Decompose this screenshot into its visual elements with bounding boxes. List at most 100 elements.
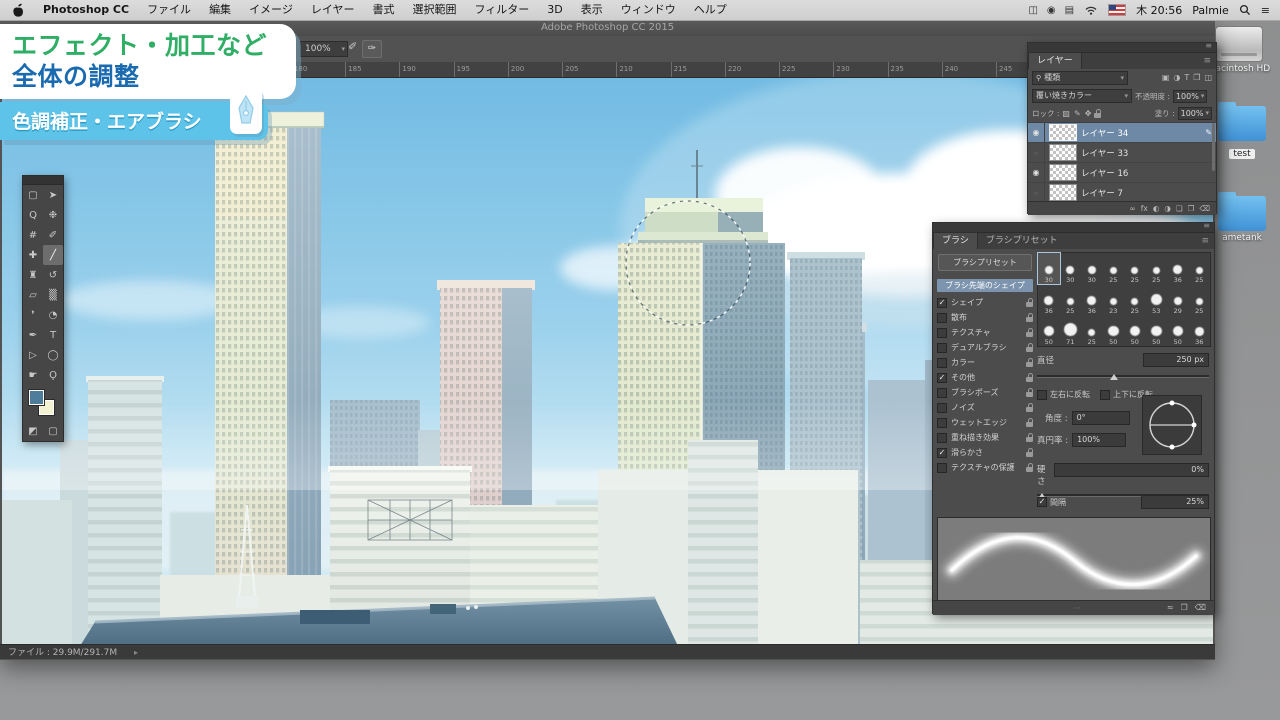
layer-thumbnail[interactable]	[1049, 164, 1077, 181]
brush-preset[interactable]: 23	[1103, 284, 1125, 315]
tools-palette-header[interactable]	[23, 176, 63, 185]
brush-option-row[interactable]: ✓滑らかさ	[937, 445, 1033, 460]
delete-layer-icon[interactable]: ⌫	[1199, 204, 1210, 214]
us-flag-input-icon[interactable]	[1108, 4, 1126, 16]
foreground-color-swatch[interactable]	[28, 389, 45, 406]
layer-filter-dropdown[interactable]: ⚲ 種類 ▾	[1032, 71, 1128, 85]
layer-thumbnail[interactable]	[1049, 124, 1077, 141]
layer-row[interactable]: ◉レイヤー 16	[1028, 163, 1216, 183]
brush-preset[interactable]: 25	[1124, 284, 1146, 315]
brush-option-row[interactable]: ✓シェイプ	[937, 295, 1033, 310]
new-layer-icon[interactable]: ❐	[1188, 204, 1195, 214]
wifi-icon[interactable]	[1084, 5, 1098, 15]
slider-thumb[interactable]	[1110, 370, 1118, 380]
brush-preset[interactable]: 25	[1103, 253, 1125, 284]
panel-menu-icon[interactable]: ≡	[1205, 41, 1212, 50]
history-brush-tool[interactable]: ↺	[43, 265, 63, 285]
brush-preset[interactable]: 25	[1124, 253, 1146, 284]
checkbox-icon[interactable]	[937, 463, 947, 473]
filter-type-icon[interactable]: T	[1184, 73, 1189, 83]
quick-selection-tool[interactable]: ❉	[43, 205, 63, 225]
menu-item-7[interactable]: フィルター	[466, 0, 539, 20]
airbrush-icon[interactable]: ✐	[348, 40, 357, 53]
checkbox-icon[interactable]	[937, 418, 947, 428]
brush-preset[interactable]: 30	[1060, 253, 1082, 284]
menu-item-photoshop[interactable]: Photoshop CC	[34, 0, 138, 20]
brush-preset[interactable]: 25	[1081, 315, 1103, 346]
layer-mask-icon[interactable]: ◐	[1153, 204, 1160, 214]
visibility-eye-icon[interactable]: ◉	[1028, 123, 1045, 142]
move-tool[interactable]: ➤	[43, 185, 63, 205]
angle-field[interactable]: 0°	[1072, 411, 1130, 425]
panel-flyout-icon[interactable]: ≡	[1201, 236, 1209, 246]
brush-preset[interactable]: 50	[1124, 315, 1146, 346]
menu-user[interactable]: Palmie	[1192, 4, 1228, 17]
hand-tool[interactable]: ☛	[23, 365, 43, 385]
diameter-field[interactable]: 250 px	[1143, 353, 1209, 367]
layer-row[interactable]: ▫レイヤー 33	[1028, 143, 1216, 163]
brush-preset[interactable]: 25	[1146, 253, 1168, 284]
brush-option-row[interactable]: ✓その他	[937, 370, 1033, 385]
brush-preset[interactable]: 25	[1060, 284, 1082, 315]
opacity-field[interactable]: 100% ▾	[1173, 90, 1207, 103]
brush-option-row[interactable]: ノイズ	[937, 400, 1033, 415]
roundness-field[interactable]: 100%	[1072, 433, 1126, 447]
panel-flyout-icon[interactable]: ≡	[1203, 56, 1211, 66]
checkbox-icon[interactable]	[937, 343, 947, 353]
blend-mode-dropdown[interactable]: 覆い焼きカラー ▾	[1032, 89, 1132, 103]
apple-menu[interactable]	[0, 3, 34, 17]
brush-preset[interactable]: 29	[1167, 284, 1189, 315]
ellipse-tool[interactable]: ◯	[43, 345, 63, 365]
filter-adjustment-icon[interactable]: ◑	[1173, 73, 1180, 83]
flip-x-checkbox[interactable]: 左右に反転	[1037, 389, 1090, 400]
brush-presets-button[interactable]: ブラシプリセット	[938, 254, 1032, 271]
checkbox-icon[interactable]	[937, 328, 947, 338]
brush-option-row[interactable]: テクスチャの保護	[937, 460, 1033, 475]
path-selection-tool[interactable]: ▷	[23, 345, 43, 365]
lock-all-icon[interactable]	[1094, 113, 1101, 118]
spacing-checkbox[interactable]: ✓間隔	[1037, 497, 1066, 508]
eyedropper-tool[interactable]: ✐	[43, 225, 63, 245]
brush-preset[interactable]: 53	[1146, 284, 1168, 315]
keyboard-icon[interactable]: ▤	[1065, 5, 1074, 16]
menu-item-11[interactable]: ヘルプ	[685, 0, 736, 20]
angle-roundness-control[interactable]	[1142, 395, 1202, 455]
delete-brush-icon[interactable]: ⌫	[1195, 603, 1206, 613]
filter-smartobject-icon[interactable]: ◫	[1204, 73, 1212, 83]
visibility-eye-icon[interactable]: ◉	[1028, 163, 1045, 182]
layer-row[interactable]: ▫レイヤー 7	[1028, 183, 1216, 201]
zoom-tool[interactable]: Ϙ	[43, 365, 63, 385]
menu-item-9[interactable]: 表示	[572, 0, 612, 20]
checkbox-checked-icon[interactable]: ✓	[937, 373, 947, 383]
checkbox-icon[interactable]	[937, 433, 947, 443]
spotlight-search-icon[interactable]	[1239, 4, 1251, 16]
brush-option-row[interactable]: 散布	[937, 310, 1033, 325]
brush-preset[interactable]: 50	[1038, 315, 1060, 346]
pen-tool[interactable]: ✒	[23, 325, 43, 345]
preview-toggle-icon[interactable]: ≈	[1167, 603, 1174, 613]
menu-item-2[interactable]: 編集	[200, 0, 240, 20]
lock-position-icon[interactable]: ✥	[1085, 109, 1092, 119]
brush-preset[interactable]: 30	[1038, 253, 1060, 284]
layer-thumbnail[interactable]	[1049, 184, 1077, 201]
menu-item-3[interactable]: イメージ	[240, 0, 302, 20]
resize-grip-icon[interactable]: ⋯	[1074, 604, 1081, 612]
clone-stamp-tool[interactable]: ♜	[23, 265, 43, 285]
menu-item-4[interactable]: レイヤー	[302, 0, 364, 20]
brush-preset[interactable]: 50	[1167, 315, 1189, 346]
lasso-tool[interactable]: Ԛ	[23, 205, 43, 225]
diameter-slider[interactable]	[1037, 371, 1209, 380]
menu-item-5[interactable]: 書式	[364, 0, 404, 20]
brush-preset[interactable]: 25	[1189, 284, 1211, 315]
display-mirroring-icon[interactable]: ◫	[1028, 5, 1037, 16]
link-layers-icon[interactable]: ∞	[1129, 204, 1135, 214]
brush-option-row[interactable]: テクスチャ	[937, 325, 1033, 340]
new-brush-icon[interactable]: ❐	[1181, 603, 1188, 613]
filter-pixel-icon[interactable]: ▣	[1162, 73, 1170, 83]
visibility-eye-icon[interactable]: ▫	[1028, 143, 1045, 162]
brush-preset[interactable]: 25	[1189, 253, 1211, 284]
brush-preset[interactable]: 50	[1146, 315, 1168, 346]
brush-tool[interactable]: ╱	[43, 245, 63, 265]
brush-preset[interactable]: 30	[1081, 253, 1103, 284]
menu-item-1[interactable]: ファイル	[138, 0, 200, 20]
